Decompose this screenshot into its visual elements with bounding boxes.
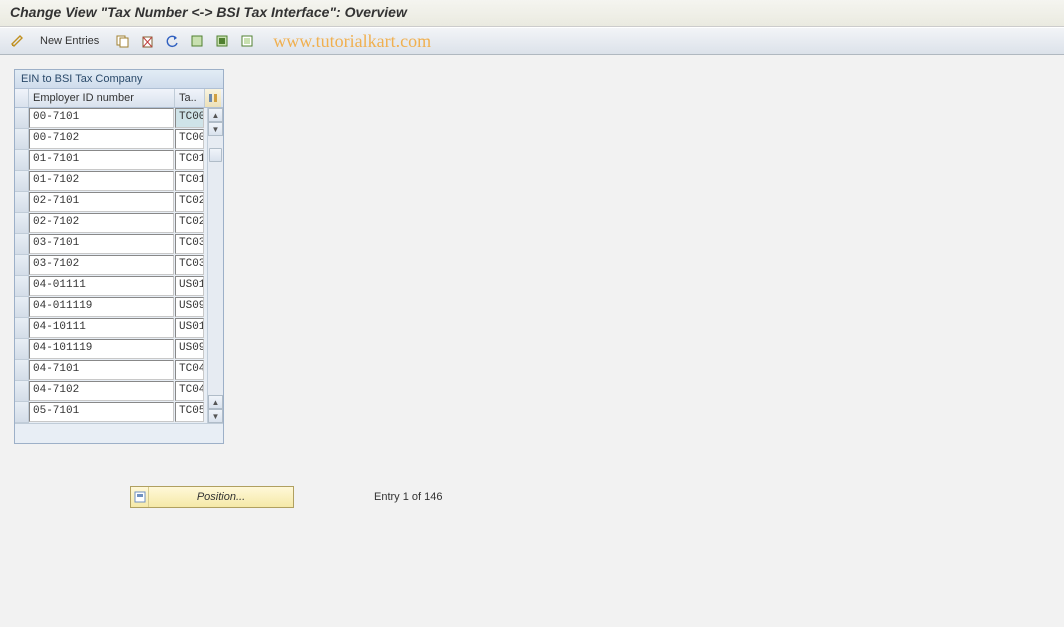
row-selector[interactable] [15, 171, 29, 192]
position-button[interactable]: Position... [130, 486, 294, 508]
table-header-row: Employer ID number Ta.. [15, 89, 223, 108]
header-selector-column[interactable] [15, 89, 29, 107]
row-selector[interactable] [15, 318, 29, 339]
scroll-down-icon[interactable]: ▼ [208, 122, 223, 136]
column-header-ein[interactable]: Employer ID number [29, 89, 175, 107]
table-row[interactable]: 04-7102TC04 [15, 381, 207, 402]
table-row[interactable]: 00-7101TC00 [15, 108, 207, 129]
cell-ein[interactable]: 04-10111 [29, 318, 174, 338]
table-row[interactable]: 03-7102TC03 [15, 255, 207, 276]
cell-tax[interactable]: TC04 [175, 381, 204, 401]
cell-ein[interactable]: 00-7101 [29, 108, 174, 128]
table-container: EIN to BSI Tax Company Employer ID numbe… [14, 69, 224, 444]
table-row[interactable]: 04-011119US09 [15, 297, 207, 318]
row-selector[interactable] [15, 234, 29, 255]
toolbar: New Entries www.tutorialkart.com [0, 27, 1064, 55]
row-selector[interactable] [15, 402, 29, 423]
position-icon [131, 487, 149, 507]
cell-ein[interactable]: 05-7101 [29, 402, 174, 422]
table-row[interactable]: 04-01111US01 [15, 276, 207, 297]
cell-tax[interactable]: TC02 [175, 213, 204, 233]
table-row[interactable]: 02-7101TC02 [15, 192, 207, 213]
row-selector[interactable] [15, 213, 29, 234]
cell-tax[interactable]: US01 [175, 276, 204, 296]
cell-tax[interactable]: TC04 [175, 360, 204, 380]
table-row[interactable]: 03-7101TC03 [15, 234, 207, 255]
table-row[interactable]: 04-101119US09 [15, 339, 207, 360]
cell-ein[interactable]: 04-011119 [29, 297, 174, 317]
table-rows: 00-7101TC0000-7102TC0001-7101TC0101-7102… [15, 108, 207, 423]
table-row[interactable]: 04-10111US01 [15, 318, 207, 339]
row-selector[interactable] [15, 255, 29, 276]
table-config-icon[interactable] [205, 89, 221, 107]
row-selector[interactable] [15, 360, 29, 381]
cell-tax[interactable]: US09 [175, 339, 204, 359]
scroll-up2-icon[interactable]: ▲ [208, 395, 223, 409]
scroll-thumb[interactable] [209, 148, 222, 162]
cell-ein[interactable]: 01-7101 [29, 150, 174, 170]
deselect-all-icon[interactable] [236, 31, 258, 51]
select-all-icon[interactable] [186, 31, 208, 51]
column-header-tax[interactable]: Ta.. [175, 89, 205, 107]
cell-tax[interactable]: US01 [175, 318, 204, 338]
table-row[interactable]: 05-7101TC05 [15, 402, 207, 423]
scroll-down2-icon[interactable]: ▼ [208, 409, 223, 423]
row-selector[interactable] [15, 129, 29, 150]
select-block-icon[interactable] [211, 31, 233, 51]
undo-icon[interactable] [161, 31, 183, 51]
cell-ein[interactable]: 04-101119 [29, 339, 174, 359]
table-row[interactable]: 00-7102TC00 [15, 129, 207, 150]
cell-tax[interactable]: TC01 [175, 150, 204, 170]
cell-ein[interactable]: 00-7102 [29, 129, 174, 149]
vertical-scrollbar[interactable]: ▲ ▼ ▲ ▼ [207, 108, 223, 423]
table-title: EIN to BSI Tax Company [15, 70, 223, 89]
cell-tax[interactable]: TC00 [175, 129, 204, 149]
row-selector[interactable] [15, 150, 29, 171]
cell-tax[interactable]: TC00 [175, 108, 204, 128]
position-row: Position... Entry 1 of 146 [14, 486, 1050, 508]
table-body: 00-7101TC0000-7102TC0001-7101TC0101-7102… [15, 108, 223, 423]
row-selector[interactable] [15, 276, 29, 297]
row-selector[interactable] [15, 192, 29, 213]
cell-tax[interactable]: TC05 [175, 402, 204, 422]
table-row[interactable]: 01-7102TC01 [15, 171, 207, 192]
cell-tax[interactable]: US09 [175, 297, 204, 317]
cell-tax[interactable]: TC03 [175, 234, 204, 254]
cell-tax[interactable]: TC02 [175, 192, 204, 212]
table-row[interactable]: 02-7102TC02 [15, 213, 207, 234]
content-area: EIN to BSI Tax Company Employer ID numbe… [0, 55, 1064, 522]
toggle-change-icon[interactable] [6, 31, 28, 51]
delete-icon[interactable] [136, 31, 158, 51]
cell-ein[interactable]: 03-7102 [29, 255, 174, 275]
row-selector[interactable] [15, 339, 29, 360]
row-selector[interactable] [15, 381, 29, 402]
table-row[interactable]: 01-7101TC01 [15, 150, 207, 171]
cell-tax[interactable]: TC03 [175, 255, 204, 275]
scroll-up-icon[interactable]: ▲ [208, 108, 223, 122]
cell-tax[interactable]: TC01 [175, 171, 204, 191]
cell-ein[interactable]: 04-01111 [29, 276, 174, 296]
row-selector[interactable] [15, 297, 29, 318]
entry-status: Entry 1 of 146 [374, 491, 443, 503]
row-selector[interactable] [15, 108, 29, 129]
cell-ein[interactable]: 02-7102 [29, 213, 174, 233]
table-row[interactable]: 04-7101TC04 [15, 360, 207, 381]
cell-ein[interactable]: 02-7101 [29, 192, 174, 212]
table-footer [15, 423, 223, 443]
watermark-text: www.tutorialkart.com [273, 31, 431, 52]
cell-ein[interactable]: 01-7102 [29, 171, 174, 191]
page-title: Change View "Tax Number <-> BSI Tax Inte… [10, 4, 1054, 20]
cell-ein[interactable]: 04-7102 [29, 381, 174, 401]
copy-icon[interactable] [111, 31, 133, 51]
position-label: Position... [149, 491, 293, 503]
title-bar: Change View "Tax Number <-> BSI Tax Inte… [0, 0, 1064, 27]
scroll-track[interactable] [208, 136, 223, 395]
cell-ein[interactable]: 04-7101 [29, 360, 174, 380]
cell-ein[interactable]: 03-7101 [29, 234, 174, 254]
new-entries-button[interactable]: New Entries [31, 32, 108, 50]
